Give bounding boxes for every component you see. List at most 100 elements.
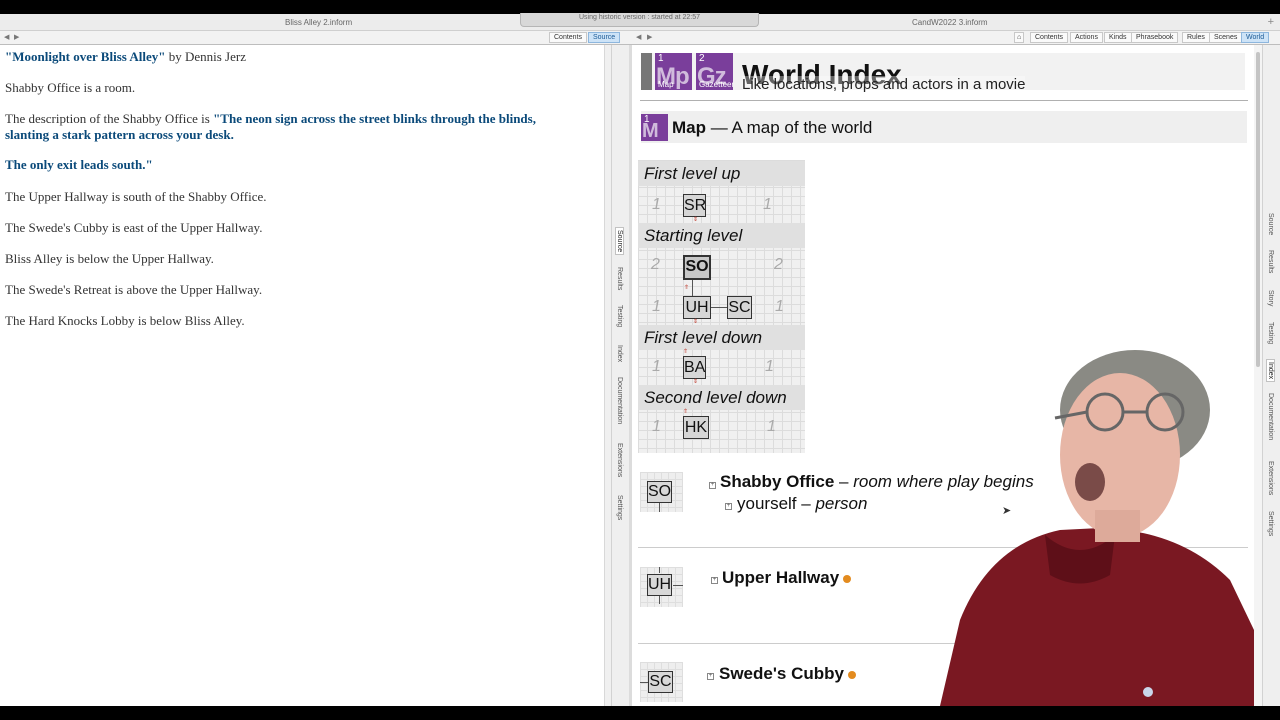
divider — [640, 100, 1248, 101]
source-line: Bliss Alley is below the Upper Hallway. — [5, 251, 214, 266]
side-tab-source[interactable]: Source — [1267, 213, 1274, 235]
expand-icon[interactable]: + — [711, 577, 718, 584]
updown-arrow-icon: ⇕ — [693, 379, 699, 385]
room-entry-upper-hallway[interactable]: Upper Hallway — [722, 568, 852, 588]
source-line: The only exit leads south." — [5, 157, 153, 172]
right-tab-contents[interactable]: Contents — [1030, 32, 1069, 43]
left-scrollbar[interactable] — [604, 45, 611, 706]
right-tab-phrasebook[interactable]: Phrasebook — [1131, 32, 1179, 43]
map-grid-number: 2 — [651, 256, 660, 273]
side-tab-index[interactable]: Index — [616, 345, 623, 362]
map-grid-number: 1 — [652, 358, 661, 375]
source-line: "Moonlight over Bliss Alley" by Dennis J… — [5, 49, 246, 64]
thing-entry-yourself[interactable]: yourself – person — [737, 494, 867, 514]
map-grid-number: 1 — [767, 418, 776, 435]
left-forward-arrow-icon[interactable]: ▶ — [14, 33, 19, 41]
room-thumbnail: SC — [640, 662, 683, 702]
side-tab-extensions[interactable]: Extensions — [616, 443, 623, 477]
thumbnail-label: SC — [648, 671, 673, 693]
left-back-arrow-icon[interactable]: ◀ — [4, 33, 9, 41]
room-thumbnail: UH — [640, 567, 683, 607]
side-tab-testing[interactable]: Testing — [616, 305, 623, 327]
go-icon[interactable] — [843, 574, 852, 583]
bottom-black-bar — [0, 706, 1280, 720]
side-tab-settings[interactable]: Settings — [616, 495, 623, 520]
side-tab-testing[interactable]: Testing — [1267, 322, 1274, 344]
side-tab-results[interactable]: Results — [1267, 250, 1274, 273]
mouse-cursor-icon: ➤ — [1002, 505, 1012, 517]
level-label: First level down — [638, 325, 805, 350]
map-badge-button[interactable]: 1 Mp Map — [655, 53, 692, 90]
up-arrow-icon: ⇑ — [683, 409, 689, 415]
room-entry-swedes-cubby[interactable]: Swede's Cubby — [719, 664, 856, 684]
map-grid-number: 1 — [652, 298, 661, 315]
left-window-title: Bliss Alley 2.inform — [285, 18, 353, 27]
tab-toolbar: ◀ ▶ Contents Source ◀ ▶ ⌂ Contents Actio… — [0, 31, 1280, 45]
right-scrollbar-thumb[interactable] — [1256, 52, 1260, 367]
map-grid-number: 1 — [775, 298, 784, 315]
right-tab-kinds[interactable]: Kinds — [1104, 32, 1132, 43]
thumbnail-label: UH — [647, 574, 672, 596]
map-room-so[interactable]: SO — [683, 255, 711, 280]
expand-icon[interactable]: + — [709, 482, 716, 489]
updown-arrow-icon: ⇕ — [693, 319, 699, 325]
map-connection — [692, 280, 693, 296]
map-grid-number: 1 — [763, 196, 772, 213]
level-label: First level up — [638, 161, 805, 186]
source-line: The description of the Shabby Office is … — [5, 111, 536, 126]
side-tab-documentation[interactable]: Documentation — [616, 377, 623, 424]
right-back-arrow-icon[interactable]: ◀ — [636, 33, 641, 41]
map-section-badge: 1M — [641, 114, 668, 141]
map-heading: Map — A map of the world — [672, 118, 873, 137]
map-connection — [659, 503, 660, 512]
map-room-sr[interactable]: SR — [683, 194, 706, 217]
level-label: Second level down — [638, 385, 805, 410]
expand-icon[interactable]: + — [707, 673, 714, 680]
gazetteer-badge-button[interactable]: 2 Gz Gazetteer — [696, 53, 733, 90]
right-tab-rules[interactable]: Rules — [1182, 32, 1210, 43]
center-side-tabs: Source Results Testing Index Documentati… — [611, 45, 629, 706]
map-room-ba[interactable]: BA — [683, 356, 706, 379]
map-grid-number: 1 — [765, 358, 774, 375]
map-connection — [659, 596, 660, 604]
map-connection — [640, 682, 648, 683]
source-line: The Swede's Retreat is above the Upper H… — [5, 282, 263, 297]
expand-icon[interactable]: + — [725, 503, 732, 510]
right-side-tabs: Source Results Story Testing Index Docum… — [1262, 45, 1280, 706]
map-room-hk[interactable]: HK — [683, 416, 709, 439]
right-tab-world[interactable]: World — [1241, 32, 1270, 43]
page-subtitle: Like locations, props and actors in a mo… — [742, 76, 1026, 93]
side-tab-documentation[interactable]: Documentation — [1267, 393, 1274, 440]
source-line: The Upper Hallway is south of the Shabby… — [5, 189, 267, 204]
side-tab-index[interactable]: Index — [1266, 359, 1275, 383]
right-tab-scenes[interactable]: Scenes — [1209, 32, 1243, 43]
updown-arrow-icon: ⇕ — [693, 217, 699, 223]
thumbnail-label: SO — [647, 481, 672, 503]
left-tab-contents[interactable]: Contents — [549, 32, 588, 43]
go-icon[interactable] — [847, 670, 856, 679]
side-tab-story[interactable]: Story — [1267, 290, 1274, 306]
map-connection — [659, 567, 660, 573]
presenter-video — [940, 350, 1254, 706]
side-tab-extensions[interactable]: Extensions — [1267, 461, 1274, 495]
source-line: Shabby Office is a room. — [5, 80, 136, 95]
source-editor[interactable]: "Moonlight over Bliss Alley" by Dennis J… — [0, 45, 604, 706]
source-line: The Hard Knocks Lobby is below Bliss All… — [5, 313, 245, 328]
map-grid-number: 2 — [774, 256, 783, 273]
side-tab-source[interactable]: Source — [615, 227, 624, 256]
header-marker — [641, 53, 652, 90]
right-forward-arrow-icon[interactable]: ▶ — [647, 33, 652, 41]
home-icon[interactable]: ⌂ — [1014, 32, 1025, 43]
side-tab-settings[interactable]: Settings — [1267, 511, 1274, 536]
new-tab-button[interactable]: + — [1268, 16, 1274, 28]
map-connection — [711, 307, 727, 308]
map-room-sc[interactable]: SC — [727, 296, 752, 319]
map-room-uh[interactable]: UH — [683, 296, 711, 319]
status-indicator: Using historic version : started at 22:5… — [520, 13, 759, 27]
left-tab-source[interactable]: Source — [588, 32, 621, 43]
side-tab-results[interactable]: Results — [616, 267, 623, 290]
level-label: Starting level — [638, 223, 805, 248]
right-tab-actions[interactable]: Actions — [1070, 32, 1103, 43]
up-arrow-icon: ⇑ — [683, 349, 689, 355]
source-line: slanting a stark pattern across your des… — [5, 127, 234, 142]
